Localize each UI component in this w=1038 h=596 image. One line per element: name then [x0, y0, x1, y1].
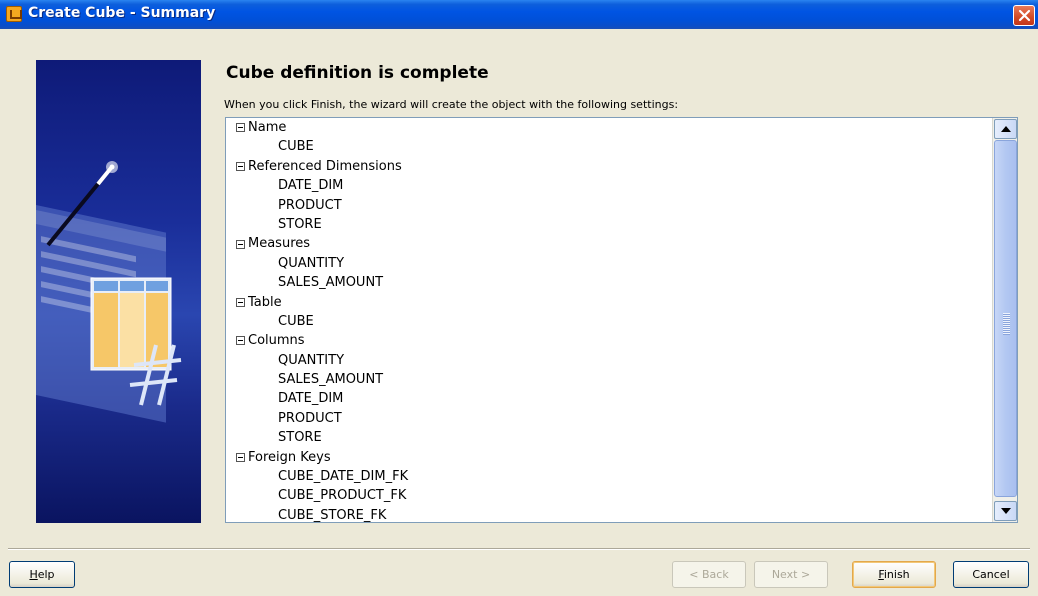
- vertical-scrollbar[interactable]: [992, 118, 1017, 522]
- tree-leaf: DATE_DIM: [278, 391, 344, 407]
- tree-node[interactable]: Table: [226, 293, 992, 312]
- finish-button-label: Finish: [878, 568, 910, 581]
- tree-node[interactable]: Measures: [226, 234, 992, 253]
- collapse-minus-icon[interactable]: [236, 123, 245, 133]
- tree-leaf: CUBE: [278, 139, 314, 155]
- tree-leaf: CUBE_STORE_FK: [278, 507, 387, 523]
- back-button-label: < Back: [689, 568, 729, 581]
- cancel-button-label: Cancel: [972, 568, 1010, 581]
- tree-node-label: Referenced Dimensions: [248, 158, 402, 174]
- scroll-thumb[interactable]: [994, 140, 1017, 497]
- tree-node[interactable]: Columns: [226, 331, 992, 350]
- tree-node-label: Foreign Keys: [248, 449, 331, 465]
- tree-leaf: SALES_AMOUNT: [278, 372, 384, 388]
- tree-leaf: CUBE: [278, 313, 314, 329]
- tree-leaf: SALES_AMOUNT: [278, 275, 384, 291]
- finish-button[interactable]: Finish: [852, 561, 936, 588]
- tree-leaf: DATE_DIM: [278, 178, 344, 194]
- tree-leaf: CUBE_PRODUCT_FK: [278, 488, 407, 504]
- close-icon: [1018, 9, 1031, 22]
- wizard-illustration: [36, 60, 201, 523]
- cube-wizard-icon: [6, 6, 22, 22]
- scroll-grip: [1003, 313, 1010, 335]
- footer-separator: [8, 548, 1030, 550]
- window-title: Create Cube - Summary: [28, 5, 216, 21]
- tree-leaf: PRODUCT: [278, 410, 342, 426]
- help-button-label: Help: [29, 568, 55, 581]
- tree-group: Referenced Dimensions DATE_DIM PRODUCT STOR…: [226, 157, 992, 235]
- tree-group: Foreign Keys CUBE_DATE_DIM_FK CUBE_PRODUCT…: [226, 448, 992, 523]
- close-button[interactable]: [1013, 5, 1035, 26]
- collapse-minus-icon[interactable]: [236, 336, 245, 346]
- tree-group: Columns QUANTITY SALES_AMOUNT DATE_DIM PRODU…: [226, 331, 992, 447]
- scroll-down-button[interactable]: [994, 501, 1017, 521]
- tree-node-label: Columns: [248, 333, 305, 349]
- tree-group: Measures QUANTITY SALES_AMOUNT: [226, 234, 992, 292]
- title-bar[interactable]: Create Cube - Summary: [0, 0, 1038, 29]
- magic-wand-illustration: [36, 161, 182, 423]
- help-button[interactable]: Help: [9, 561, 75, 588]
- back-button[interactable]: < Back: [672, 561, 746, 588]
- tree-leaf: STORE: [278, 430, 322, 446]
- tree-leaf: PRODUCT: [278, 197, 342, 213]
- tree-group: Table CUBE: [226, 293, 992, 332]
- cancel-button[interactable]: Cancel: [953, 561, 1029, 588]
- tree-leaf: QUANTITY: [278, 352, 345, 368]
- tree-leaf: CUBE_DATE_DIM_FK: [278, 469, 409, 485]
- tree-content: Name CUBE Referenced Dimensions DATE_DIM PRO…: [226, 118, 992, 523]
- arrow-down-icon: [1001, 508, 1011, 514]
- collapse-minus-icon[interactable]: [236, 297, 245, 307]
- tree-node[interactable]: Referenced Dimensions: [226, 157, 992, 176]
- arrow-up-icon: [1001, 126, 1011, 132]
- tree-node-label: Table: [248, 294, 282, 310]
- tree-node[interactable]: Foreign Keys: [226, 448, 992, 467]
- next-button[interactable]: Next >: [754, 561, 828, 588]
- collapse-minus-icon[interactable]: [236, 239, 245, 249]
- tree-node[interactable]: Name: [226, 118, 992, 137]
- tree-node-label: Name: [248, 120, 287, 135]
- collapse-minus-icon[interactable]: [236, 161, 245, 171]
- summary-tree[interactable]: Name CUBE Referenced Dimensions DATE_DIM PRO…: [225, 117, 1018, 523]
- page-heading: Cube definition is complete: [226, 63, 489, 83]
- scroll-up-button[interactable]: [994, 119, 1017, 139]
- page-description: When you click Finish, the wizard will c…: [224, 98, 679, 111]
- tree-node-label: Measures: [248, 236, 311, 252]
- tree-leaf: QUANTITY: [278, 255, 345, 271]
- tree-leaf: STORE: [278, 216, 322, 232]
- collapse-minus-icon[interactable]: [236, 452, 245, 462]
- tree-group: Name CUBE: [226, 118, 992, 157]
- next-button-label: Next >: [771, 568, 811, 581]
